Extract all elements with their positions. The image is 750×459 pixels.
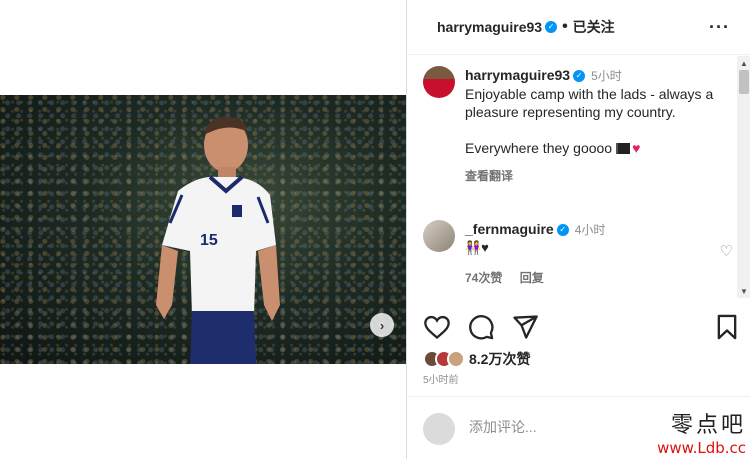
list-item: _fernmaguire ✓ 4小时 👭♥ 74次赞 回复 ♡ <box>423 220 733 287</box>
caption-text: Enjoyable camp with the lads - always a … <box>465 86 714 120</box>
share-send-icon[interactable] <box>511 313 539 341</box>
verified-badge-icon: ✓ <box>545 21 558 33</box>
see-translation-link[interactable]: 查看翻译 <box>465 167 723 185</box>
post-timestamp: 5小时前 <box>423 375 459 386</box>
comment-input[interactable] <box>469 419 669 435</box>
svg-text:15: 15 <box>200 232 218 249</box>
carousel-next-button[interactable]: › <box>370 313 394 337</box>
flag-icon <box>616 143 631 154</box>
reply-button[interactable]: 回复 <box>520 271 544 285</box>
header-separator: • <box>562 18 568 35</box>
media-pane: 15 › <box>0 0 406 459</box>
like-heart-icon[interactable] <box>423 313 451 341</box>
watermark-logo-text: 零点吧 <box>670 413 746 438</box>
post-photo[interactable]: 15 › <box>0 95 406 364</box>
comment-time: 4小时 <box>574 223 606 237</box>
instagram-post-window: 15 › harrymaguire93 ✓ • 已关注 ··· harrymag… <box>0 0 750 459</box>
verified-badge-icon: ✓ <box>556 224 569 237</box>
likes-count[interactable]: 8.2万次赞 <box>469 349 530 369</box>
caption-username[interactable]: harrymaguire93 <box>465 67 570 83</box>
caption-line2: Everywhere they goooo <box>465 140 613 156</box>
post-caption: harrymaguire93 ✓ 5小时 Enjoyable camp with t… <box>423 66 723 185</box>
scroll-thumb[interactable] <box>739 70 749 94</box>
caption-text-second: Everywhere they goooo ♥ <box>465 139 723 157</box>
comments-section: harrymaguire93 ✓ 5小时 Enjoyable camp with t… <box>407 56 750 298</box>
scroll-up-arrow-icon[interactable]: ▲ <box>737 56 750 70</box>
player-figure: 15 <box>156 116 280 364</box>
site-watermark: 零点吧 www.Ldb.cc <box>657 407 746 457</box>
caption-time: 5小时 <box>591 69 622 83</box>
post-header: harrymaguire93 ✓ • 已关注 ··· <box>407 0 750 55</box>
heart-emoji-icon: ♥ <box>632 140 641 156</box>
chevron-right-icon: › <box>379 317 385 333</box>
watermark-url: www.Ldb.cc <box>657 439 746 457</box>
more-options-icon[interactable]: ··· <box>709 17 730 38</box>
likes-row: 8.2万次赞 <box>423 349 530 369</box>
avatar[interactable] <box>423 220 455 252</box>
scroll-down-arrow-icon[interactable]: ▼ <box>737 284 750 298</box>
save-bookmark-icon[interactable] <box>713 313 741 341</box>
comment-text: 👭♥ <box>465 240 489 255</box>
header-username[interactable]: harrymaguire93 <box>437 19 542 35</box>
comments-scrollbar[interactable]: ▲ ▼ <box>737 56 750 298</box>
post-action-bar <box>423 313 739 343</box>
comment-likes[interactable]: 74次赞 <box>465 271 502 285</box>
avatar <box>423 413 455 445</box>
verified-badge-icon: ✓ <box>573 70 586 83</box>
comment-username[interactable]: _fernmaguire <box>465 221 554 237</box>
comment-like-heart-icon[interactable]: ♡ <box>720 242 733 260</box>
post-side-panel: harrymaguire93 ✓ • 已关注 ··· harrymaguire9… <box>406 0 750 459</box>
comment-bubble-icon[interactable] <box>467 313 495 341</box>
following-button[interactable]: 已关注 <box>573 17 615 37</box>
avatar[interactable] <box>423 66 455 98</box>
comment-meta: 74次赞 回复 <box>465 269 733 287</box>
liker-avatar <box>447 350 465 368</box>
